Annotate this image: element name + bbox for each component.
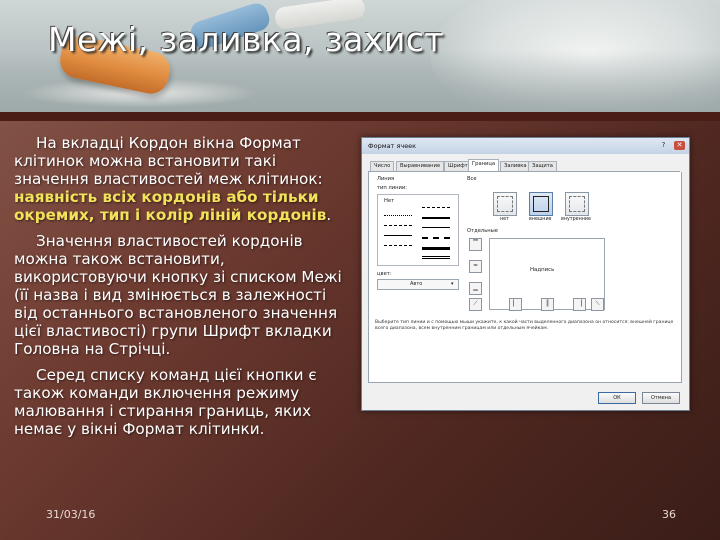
slide-date: 31/03/16 xyxy=(46,508,96,521)
close-button[interactable]: ✕ xyxy=(674,141,685,150)
line-group-label: Линия xyxy=(377,176,395,182)
header-divider xyxy=(0,112,720,121)
border-description: Выберите тип линии и с помощью мыши укаж… xyxy=(375,320,674,331)
preset-none-label: нет xyxy=(500,217,509,222)
line-style-dashed[interactable] xyxy=(384,225,412,226)
border-group-label: Отдельные xyxy=(467,228,498,234)
border-right-button[interactable]: ▕ xyxy=(573,298,586,311)
line-color-select[interactable]: Авто ▾ xyxy=(377,279,459,290)
paragraph-3: Серед списку команд цієї кнопки є також … xyxy=(14,366,352,438)
slide-number: 36 xyxy=(662,508,676,521)
tab-border[interactable]: Граница xyxy=(468,159,500,171)
line-style-thick[interactable] xyxy=(422,247,450,250)
border-vertical-button[interactable]: ║ xyxy=(541,298,554,311)
border-top-button[interactable]: ▔ xyxy=(469,238,482,251)
line-style-medium-dash[interactable] xyxy=(422,207,450,208)
paragraph-3-text: Серед списку команд цієї кнопки є також … xyxy=(14,366,317,438)
chevron-down-icon: ▾ xyxy=(451,281,454,287)
slide-body: На вкладці Кордон вікна Формат клітинок … xyxy=(14,134,352,446)
line-style-dotted[interactable] xyxy=(384,215,412,216)
tab-number[interactable]: Число xyxy=(370,161,395,171)
tab-fill[interactable]: Заливка xyxy=(500,161,531,171)
paragraph-1-text: На вкладці Кордон вікна Формат клітинок … xyxy=(14,134,323,188)
border-middle-button[interactable]: ═ xyxy=(469,260,482,273)
border-tab-panel: Линия тип линии: Нет цвет: Авто ▾ Все не… xyxy=(368,172,682,383)
line-type-label: тип линии: xyxy=(377,185,408,191)
slide: Межі, заливка, захист На вкладці Кордон … xyxy=(0,0,720,540)
paragraph-1-highlight: наявність всіх кордонів або тільки окрем… xyxy=(14,188,327,224)
tab-protection[interactable]: Защита xyxy=(528,161,557,171)
grid-icon xyxy=(497,196,513,212)
preview-text: Надпись xyxy=(530,267,555,273)
line-style-double[interactable] xyxy=(422,256,450,259)
preset-outline-button[interactable] xyxy=(529,192,553,216)
inside-grid-icon xyxy=(569,196,585,212)
line-style-dashdot[interactable] xyxy=(384,245,412,246)
preset-outline-label: внешние xyxy=(529,217,552,222)
line-style-thin[interactable] xyxy=(384,235,412,236)
border-diagonal-down-button[interactable]: ⟍ xyxy=(591,298,604,311)
line-style-medium[interactable] xyxy=(422,217,450,219)
ok-button[interactable]: ОК xyxy=(598,392,636,404)
dialog-titlebar: Формат ячеек ? ✕ xyxy=(362,138,689,154)
preset-inside-label: внутренние xyxy=(561,217,591,222)
paragraph-2-text: Значення властивостей кордонів можна так… xyxy=(14,232,342,358)
help-button[interactable]: ? xyxy=(658,141,669,150)
line-style-solid[interactable] xyxy=(422,227,450,228)
paragraph-1: На вкладці Кордон вікна Формат клітинок … xyxy=(14,134,352,224)
dialog-tabs: Число Выравнивание Шрифт Граница Заливка… xyxy=(368,159,680,172)
slide-title: Межі, заливка, захист xyxy=(48,20,445,59)
border-left-button[interactable]: ▏ xyxy=(509,298,522,311)
line-style-thick-dash[interactable] xyxy=(422,237,450,239)
line-style-list[interactable]: Нет xyxy=(377,194,459,266)
paragraph-2: Значення властивостей кордонів можна так… xyxy=(14,232,352,358)
line-style-none[interactable]: Нет xyxy=(384,198,394,204)
preset-none-button[interactable] xyxy=(493,192,517,216)
border-diagonal-up-button[interactable]: ⟋ xyxy=(469,298,482,311)
all-label: Все xyxy=(467,176,477,182)
paragraph-1-end: . xyxy=(326,206,332,224)
line-color-label: цвет: xyxy=(377,271,392,277)
cancel-button[interactable]: Отмена xyxy=(642,392,680,404)
border-bottom-button[interactable]: ▁ xyxy=(469,282,482,295)
dialog-title: Формат ячеек xyxy=(368,142,417,150)
tab-alignment[interactable]: Выравнивание xyxy=(396,161,445,171)
outline-icon xyxy=(533,196,549,212)
preset-inside-button[interactable] xyxy=(565,192,589,216)
line-color-value: Авто xyxy=(410,281,423,287)
format-cells-dialog: Формат ячеек ? ✕ Число Выравнивание Шриф… xyxy=(361,137,690,411)
